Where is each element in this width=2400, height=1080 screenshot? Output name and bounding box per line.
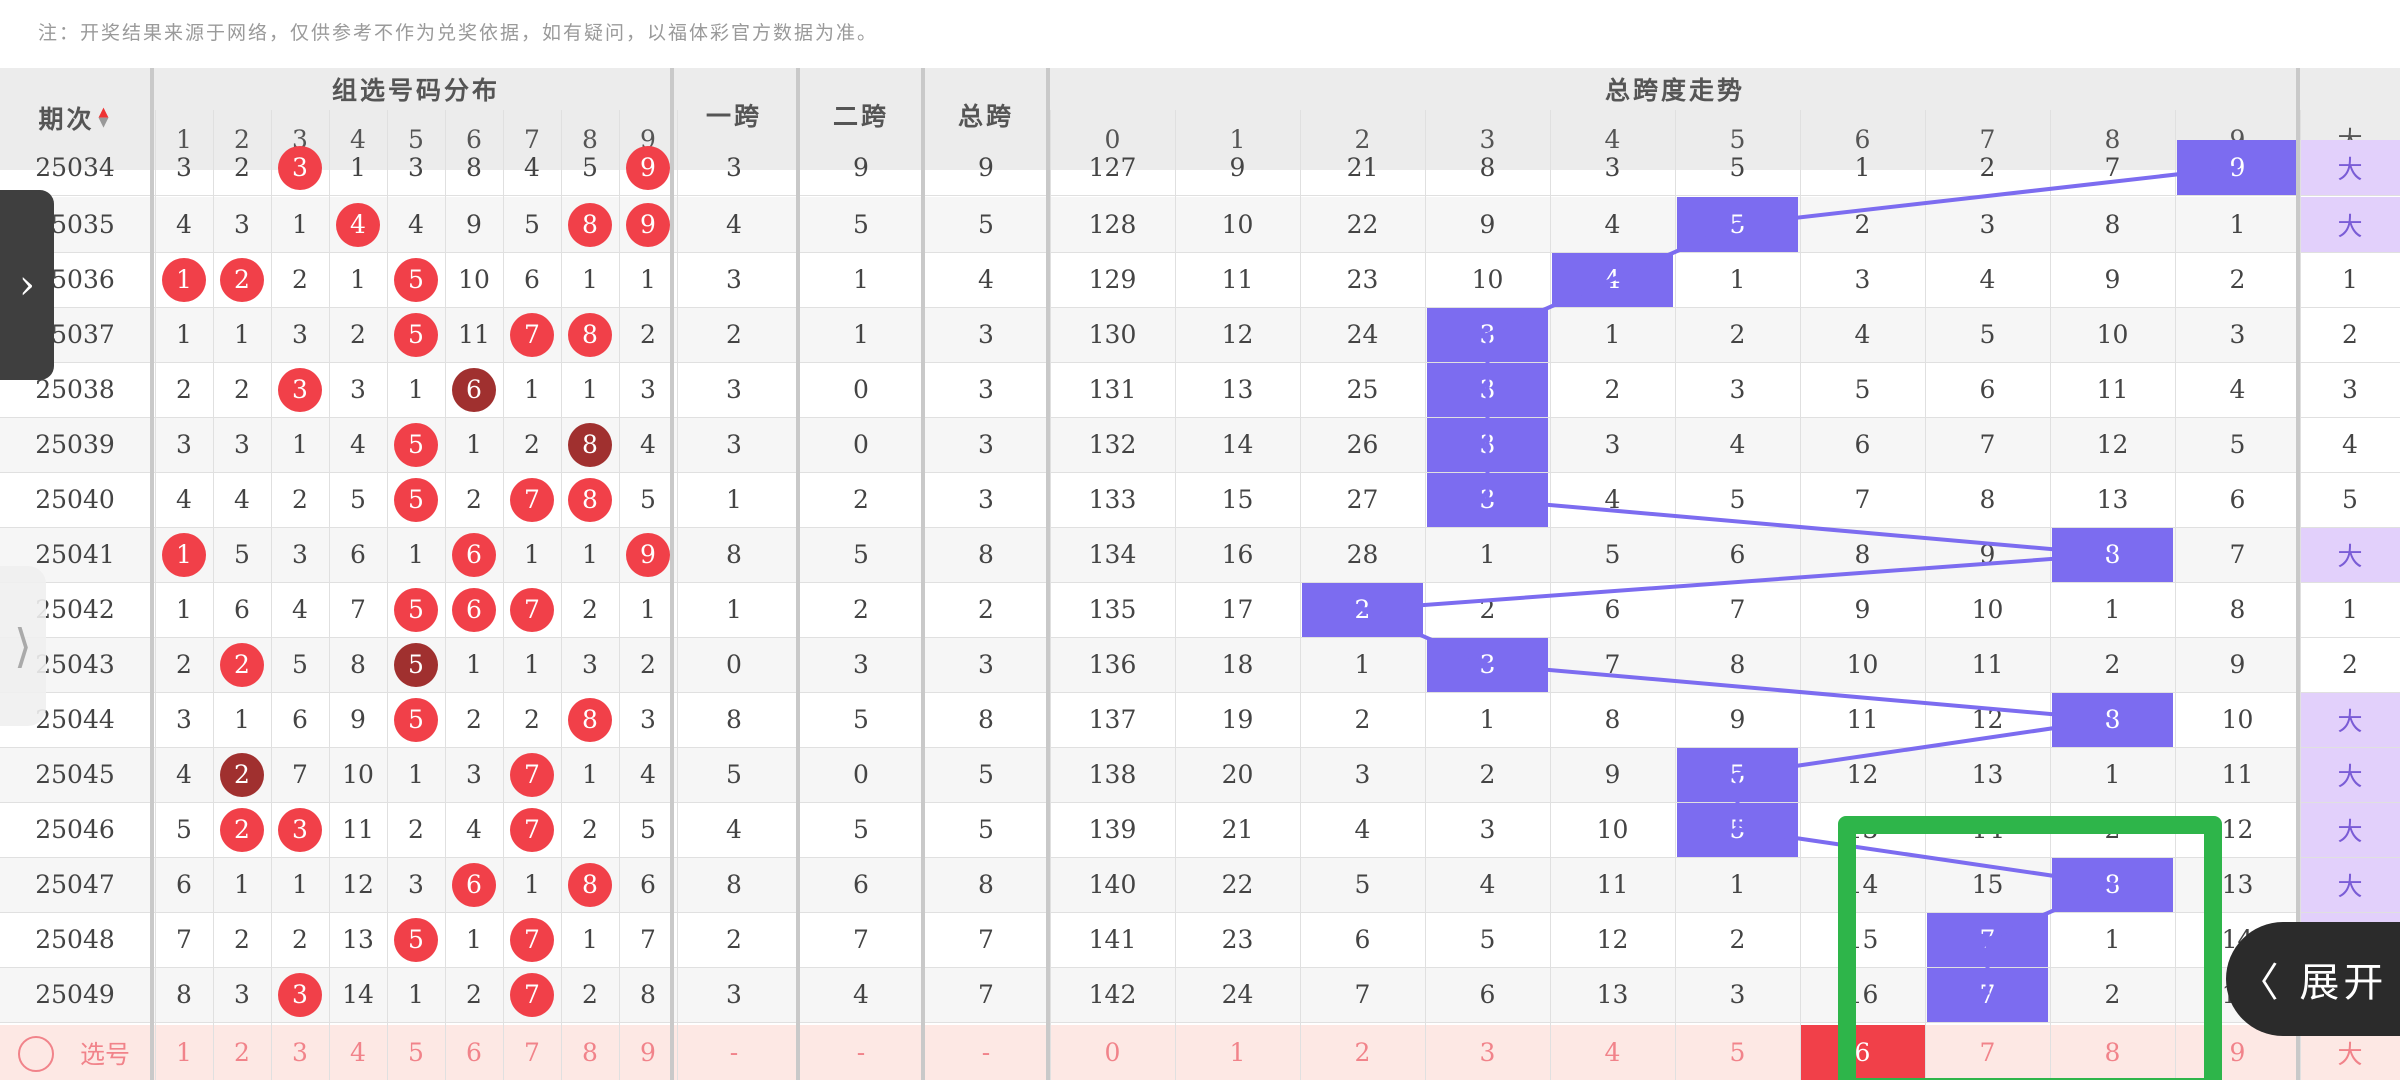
chevron-right-thin-icon: ⟩: [14, 619, 32, 673]
side-handle-button[interactable]: ⟩: [0, 566, 46, 726]
side-expand-button[interactable]: ›: [0, 190, 54, 380]
expand-button[interactable]: 〈 展开: [2226, 922, 2400, 1036]
chevron-right-icon: ›: [19, 262, 35, 308]
highlight-box: [1838, 816, 2222, 1080]
